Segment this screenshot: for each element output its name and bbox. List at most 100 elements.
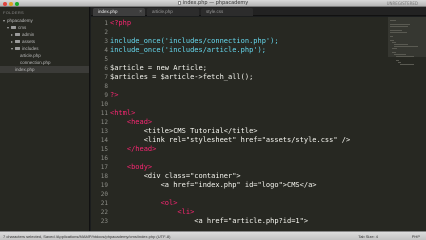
code-line[interactable]: <ol>: [110, 199, 178, 207]
code-line[interactable]: <?php: [110, 19, 131, 27]
minimap-line: [390, 36, 393, 37]
sidebar-item-admin[interactable]: ▸ admin: [11, 31, 89, 38]
minimap-line: [390, 26, 408, 27]
minimap-line: [400, 64, 414, 65]
tab-style-css[interactable]: style.css: [201, 8, 253, 16]
line-number: 11: [100, 110, 108, 117]
code-line[interactable]: <div class="container">: [110, 172, 241, 180]
code-line[interactable]: include_once('includes/article.php');: [110, 46, 266, 54]
minimap-line: [390, 20, 396, 21]
tab-article-php[interactable]: article.php: [147, 8, 199, 16]
sidebar-item-includes[interactable]: ▾ includes: [11, 45, 89, 52]
folder-icon: [15, 39, 20, 43]
line-number: 22: [100, 209, 108, 216]
window-title: index.php — phpacademy: [182, 0, 249, 6]
code-line[interactable]: <a href="index.php" id="logo">CMS</a>: [110, 181, 317, 189]
sidebar-item-assets[interactable]: ▸ assets: [11, 38, 89, 45]
title-bar: index.php — phpacademy UNREGISTERED: [0, 0, 426, 7]
minimap-line: [392, 52, 396, 53]
minimap-line: [398, 62, 401, 63]
line-number: 5: [104, 56, 108, 63]
line-number: 21: [100, 200, 108, 207]
line-number: 14: [100, 137, 108, 144]
minimap-line: [396, 60, 399, 61]
code-line[interactable]: <head>: [110, 118, 152, 126]
sidebar-item-label: index.php: [15, 67, 35, 72]
sidebar: FOLDERS ▾ phpacademy ▾ cms ▸ admin ▸ assets …: [0, 7, 90, 231]
code-line[interactable]: include_once('includes/connection.php');: [110, 37, 279, 45]
document-icon: [177, 0, 181, 5]
line-number: 4: [104, 47, 108, 54]
sidebar-item-label: phpacademy: [7, 18, 33, 23]
minimap-viewport[interactable]: [388, 17, 426, 57]
tab-label: index.php: [98, 9, 118, 14]
code-line[interactable]: <body>: [110, 163, 152, 171]
line-number: 13: [100, 128, 108, 135]
status-bar: 7 characters selected, Saved /Applicatio…: [0, 231, 426, 240]
minimap[interactable]: [388, 17, 426, 231]
tab-index-php[interactable]: index.php ×: [93, 8, 145, 16]
unregistered-label: UNREGISTERED: [386, 1, 418, 6]
minimap-line: [390, 30, 402, 31]
minimap-line: [392, 42, 396, 43]
minimap-line: [390, 40, 394, 41]
line-number: 2: [104, 29, 108, 36]
code-line[interactable]: ?>: [110, 91, 118, 99]
sidebar-item-article-php[interactable]: article.php: [20, 52, 89, 59]
line-number: 12: [100, 119, 108, 126]
line-number: 15: [100, 146, 108, 153]
sidebar-item-phpacademy[interactable]: ▾ phpacademy: [3, 17, 89, 24]
sidebar-header: FOLDERS: [3, 10, 24, 15]
code-line[interactable]: $articles = $article->fetch_all();: [110, 73, 253, 81]
line-number: 19: [100, 182, 108, 189]
folder-icon: [15, 32, 20, 36]
tab-label: style.css: [206, 9, 224, 14]
line-number: 17: [100, 164, 108, 171]
line-number: 23: [100, 218, 108, 225]
tab-label: article.php: [152, 9, 173, 14]
minimap-line: [390, 32, 407, 33]
sidebar-item-cms[interactable]: ▾ cms: [7, 24, 89, 31]
sidebar-item-label: connection.php: [20, 60, 51, 65]
line-number: 10: [100, 101, 108, 108]
line-number: 1: [104, 20, 108, 27]
minimap-line: [394, 46, 418, 47]
code-editor[interactable]: 1 2 3 4 5 6 7 8 9 10 11 12 13 14 15 16 1…: [91, 17, 426, 231]
tab-size-selector[interactable]: Tab Size: 4: [358, 232, 378, 240]
line-number: 7: [104, 74, 108, 81]
minimap-line: [392, 48, 397, 49]
code-line[interactable]: <title>CMS Tutorial</title>: [110, 127, 258, 135]
code-line[interactable]: <link rel="stylesheet" href="assets/styl…: [110, 136, 351, 144]
minimap-line: [396, 56, 414, 57]
line-number: 3: [104, 38, 108, 45]
code-line[interactable]: <li>: [110, 208, 194, 216]
line-number: 6: [104, 65, 108, 72]
close-tab-icon[interactable]: ×: [139, 8, 142, 16]
code-line[interactable]: <html>: [110, 109, 135, 117]
line-number: 16: [100, 155, 108, 162]
line-number: 8: [104, 83, 108, 90]
folder-icon: [15, 46, 20, 50]
line-number-gutter: 1 2 3 4 5 6 7 8 9 10 11 12 13 14 15 16 1…: [91, 17, 110, 231]
line-number: 18: [100, 173, 108, 180]
minimap-line: [394, 44, 408, 45]
code-line[interactable]: </head>: [110, 145, 157, 153]
window-title-area: index.php — phpacademy: [0, 0, 426, 7]
folder-icon: [11, 25, 16, 29]
syntax-selector[interactable]: PHP: [412, 232, 420, 240]
sidebar-item-connection-php[interactable]: connection.php: [20, 59, 89, 66]
code-line[interactable]: <a href="article.php?id=1">: [110, 217, 308, 225]
sidebar-item-label: admin: [22, 32, 35, 37]
minimap-line: [390, 24, 410, 25]
sidebar-item-index-php[interactable]: index.php: [0, 66, 89, 73]
minimap-line: [394, 54, 406, 55]
code-line[interactable]: $article = new Article;: [110, 64, 207, 72]
line-number: 9: [104, 92, 108, 99]
tab-bar: index.php × article.php style.css: [91, 7, 426, 16]
sidebar-item-label: assets: [22, 39, 36, 44]
sidebar-item-label: cms: [18, 25, 27, 30]
sidebar-item-label: article.php: [20, 53, 41, 58]
status-message: 7 characters selected, Saved /Applicatio…: [3, 234, 171, 239]
line-number: 20: [100, 191, 108, 198]
sidebar-item-label: includes: [22, 46, 39, 51]
